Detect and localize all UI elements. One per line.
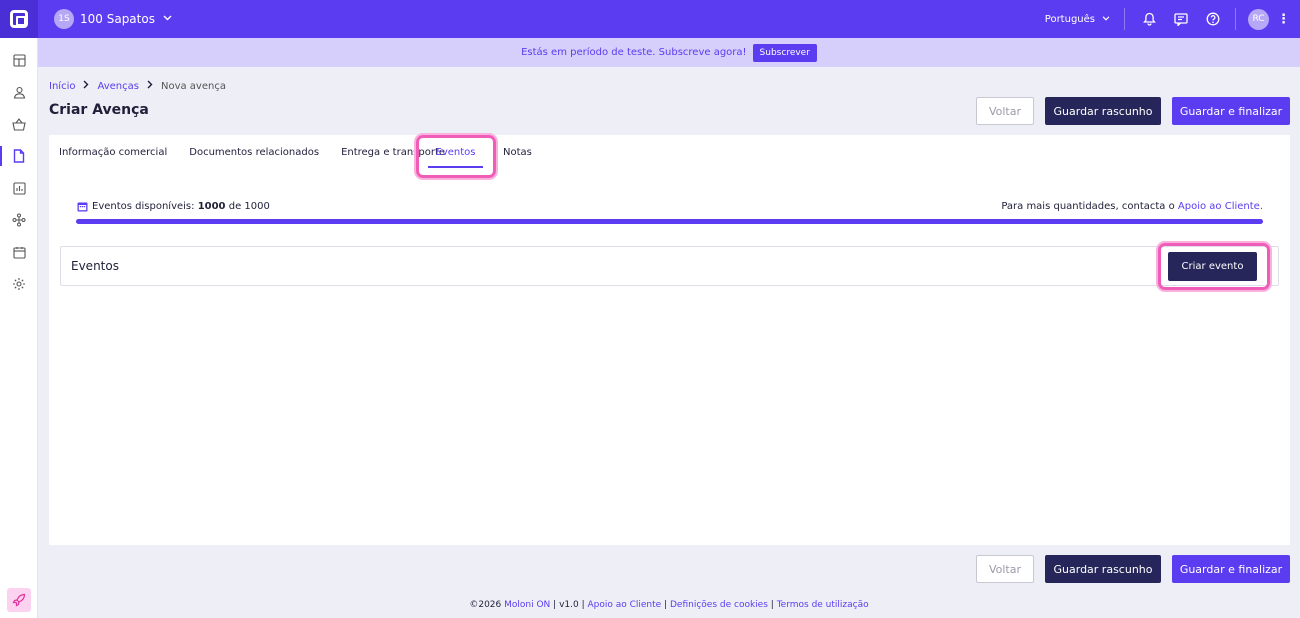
breadcrumb: Início Avenças Nova avença [49, 80, 226, 92]
sidebar-item-documents[interactable] [0, 140, 38, 172]
version: | v1.0 | [553, 600, 585, 610]
bell-icon[interactable] [1141, 11, 1157, 27]
rocket-icon[interactable] [7, 588, 31, 612]
save-finalize-button[interactable]: Guardar e finalizar [1172, 97, 1290, 125]
quota-total: 1000 [244, 201, 270, 212]
quota-more-info: Para mais quantidades, contacta o Apoio … [1001, 201, 1263, 212]
cookies-link[interactable]: Definições de cookies [670, 600, 768, 610]
more-vertical-icon[interactable]: ⋮ [1277, 13, 1290, 26]
language-label: Português [1044, 13, 1095, 25]
help-icon[interactable] [1205, 11, 1221, 27]
save-draft-button-bottom[interactable]: Guardar rascunho [1045, 555, 1161, 583]
breadcrumb-section[interactable]: Avenças [97, 81, 139, 92]
highlight-frame: Criar evento [1158, 243, 1270, 290]
sidebar-item-calendar[interactable] [0, 236, 38, 268]
sidebar [0, 38, 38, 618]
events-panel: Eventos [60, 246, 1279, 286]
document-icon [13, 149, 25, 163]
chat-icon[interactable] [1173, 11, 1189, 27]
trial-banner-text: Estás em período de teste. Subscreve ago… [521, 47, 747, 58]
support-link[interactable]: Apoio ao Cliente. [1178, 201, 1263, 212]
footer-sep: | [664, 600, 668, 610]
footer-support-link[interactable]: Apoio ao Cliente [587, 600, 661, 610]
quota-label: Eventos disponíveis: [92, 201, 195, 212]
back-button-bottom[interactable]: Voltar [976, 555, 1034, 583]
copyright: ©2026 [469, 600, 502, 610]
dashboard-icon [12, 53, 26, 67]
events-title: Eventos [71, 259, 119, 273]
network-icon [12, 213, 26, 227]
app-logo[interactable] [0, 0, 38, 38]
tab-notes[interactable]: Notas [503, 147, 532, 158]
tab-events[interactable]: Eventos [428, 147, 483, 168]
main-card: Informação comercial Documentos relacion… [49, 135, 1290, 545]
breadcrumb-current: Nova avença [160, 80, 226, 92]
chevron-down-icon [1102, 14, 1110, 24]
quota-more-text: Para mais quantidades, contacta o [1001, 201, 1175, 212]
chart-icon [12, 181, 26, 195]
company-avatar: 1S [54, 9, 74, 29]
sidebar-item-products[interactable] [0, 108, 38, 140]
quota-of: de [228, 201, 242, 212]
terms-link[interactable]: Termos de utilização [777, 600, 869, 610]
user-avatar[interactable]: RC [1248, 8, 1269, 30]
quota-progress-fill [76, 219, 1263, 224]
chevron-right-icon [83, 80, 89, 92]
gear-icon [13, 278, 25, 290]
create-event-button[interactable]: Criar evento [1168, 252, 1257, 281]
trial-banner: Estás em período de teste. Subscreve ago… [38, 38, 1300, 67]
quota-used: 1000 [197, 201, 226, 212]
tab-commercial-info[interactable]: Informação comercial [59, 147, 167, 158]
language-selector[interactable]: Português [1045, 8, 1125, 30]
sidebar-item-contacts[interactable] [0, 76, 38, 108]
calendar-icon [12, 246, 26, 259]
highlight-frame: Eventos [416, 135, 496, 178]
user-icon [13, 86, 25, 99]
basket-icon [12, 117, 26, 131]
back-button[interactable]: Voltar [976, 97, 1034, 125]
sidebar-item-settings[interactable] [0, 268, 38, 300]
tab-bar: Informação comercial Documentos relacion… [59, 147, 467, 158]
sidebar-item-integrations[interactable] [0, 204, 38, 236]
calendar-icon [77, 201, 88, 212]
chevron-down-icon [163, 14, 172, 24]
breadcrumb-home[interactable]: Início [49, 81, 75, 92]
divider [1235, 8, 1236, 30]
events-quota: Eventos disponíveis: 1000 de 1000 [77, 201, 270, 212]
footer: ©2026 Moloni ON | v1.0 | Apoio ao Client… [38, 600, 1300, 610]
footer-sep: | [770, 600, 774, 610]
company-name: 100 Sapatos [80, 12, 155, 26]
top-bar: 1S 100 Sapatos Português RC ⋮ [0, 0, 1300, 38]
sidebar-item-dashboard[interactable] [0, 44, 38, 76]
save-finalize-button-bottom[interactable]: Guardar e finalizar [1172, 555, 1290, 583]
page-title: Criar Avença [49, 102, 149, 118]
quota-progress-bar [76, 219, 1263, 224]
chevron-right-icon [147, 80, 153, 92]
company-selector[interactable]: 1S 100 Sapatos [54, 9, 172, 29]
tab-related-documents[interactable]: Documentos relacionados [189, 147, 319, 158]
brand-link[interactable]: Moloni ON [504, 600, 550, 610]
save-draft-button[interactable]: Guardar rascunho [1045, 97, 1161, 125]
sidebar-item-reports[interactable] [0, 172, 38, 204]
subscribe-button[interactable]: Subscrever [752, 43, 817, 62]
